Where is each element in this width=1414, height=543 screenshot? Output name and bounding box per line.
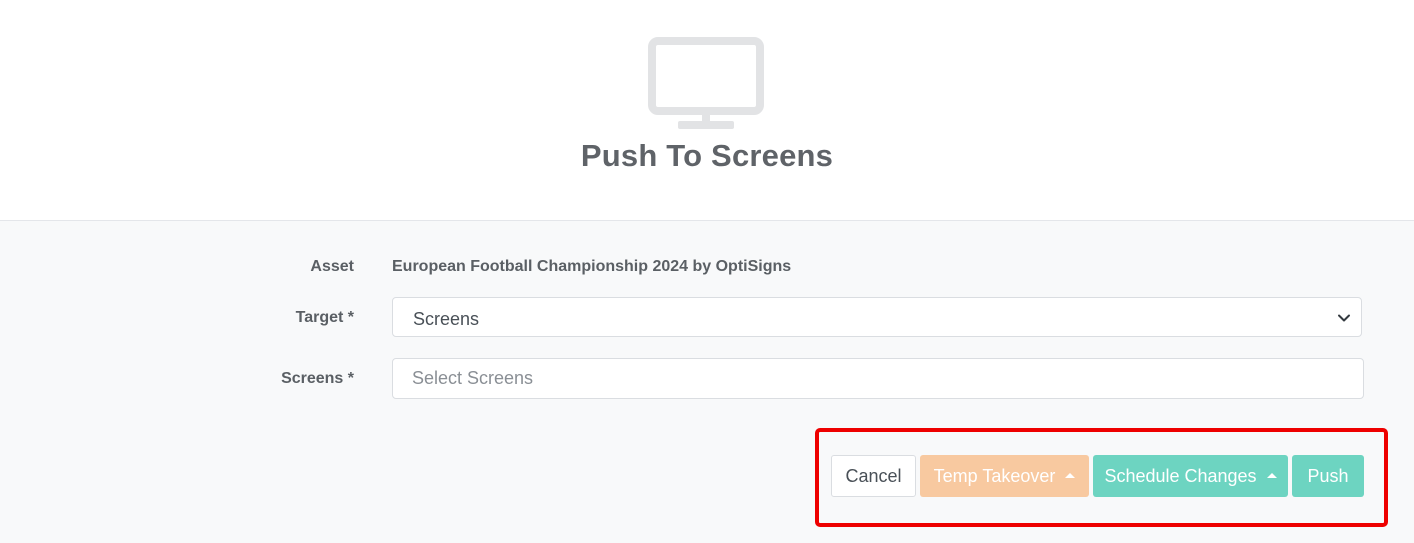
chevron-down-icon — [1338, 314, 1350, 322]
caret-up-icon — [1266, 472, 1277, 478]
caret-up-icon — [1065, 472, 1076, 478]
push-form: Asset European Football Championship 202… — [0, 221, 1414, 543]
push-button[interactable]: Push — [1292, 455, 1364, 497]
cancel-button[interactable]: Cancel — [831, 455, 916, 497]
target-label: Target * — [295, 309, 354, 326]
screens-input[interactable] — [392, 358, 1364, 399]
asset-value: European Football Championship 2024 by O… — [392, 258, 792, 275]
schedule-changes-button[interactable]: Schedule Changes — [1093, 455, 1288, 497]
target-select[interactable]: Screens — [392, 297, 1362, 337]
dialog-header: Push To Screens — [0, 0, 1414, 221]
push-button-label: Push — [1307, 465, 1349, 486]
asset-label: Asset — [310, 258, 354, 275]
page-title: Push To Screens — [580, 138, 834, 173]
cancel-button-label: Cancel — [845, 465, 902, 486]
temp-takeover-button[interactable]: Temp Takeover — [920, 455, 1089, 497]
screens-label: Screens * — [281, 370, 354, 387]
schedule-changes-button-label: Schedule Changes — [1104, 465, 1257, 486]
monitor-icon — [648, 37, 764, 129]
target-select-value: Screens — [413, 309, 480, 329]
temp-takeover-button-label: Temp Takeover — [933, 465, 1056, 486]
